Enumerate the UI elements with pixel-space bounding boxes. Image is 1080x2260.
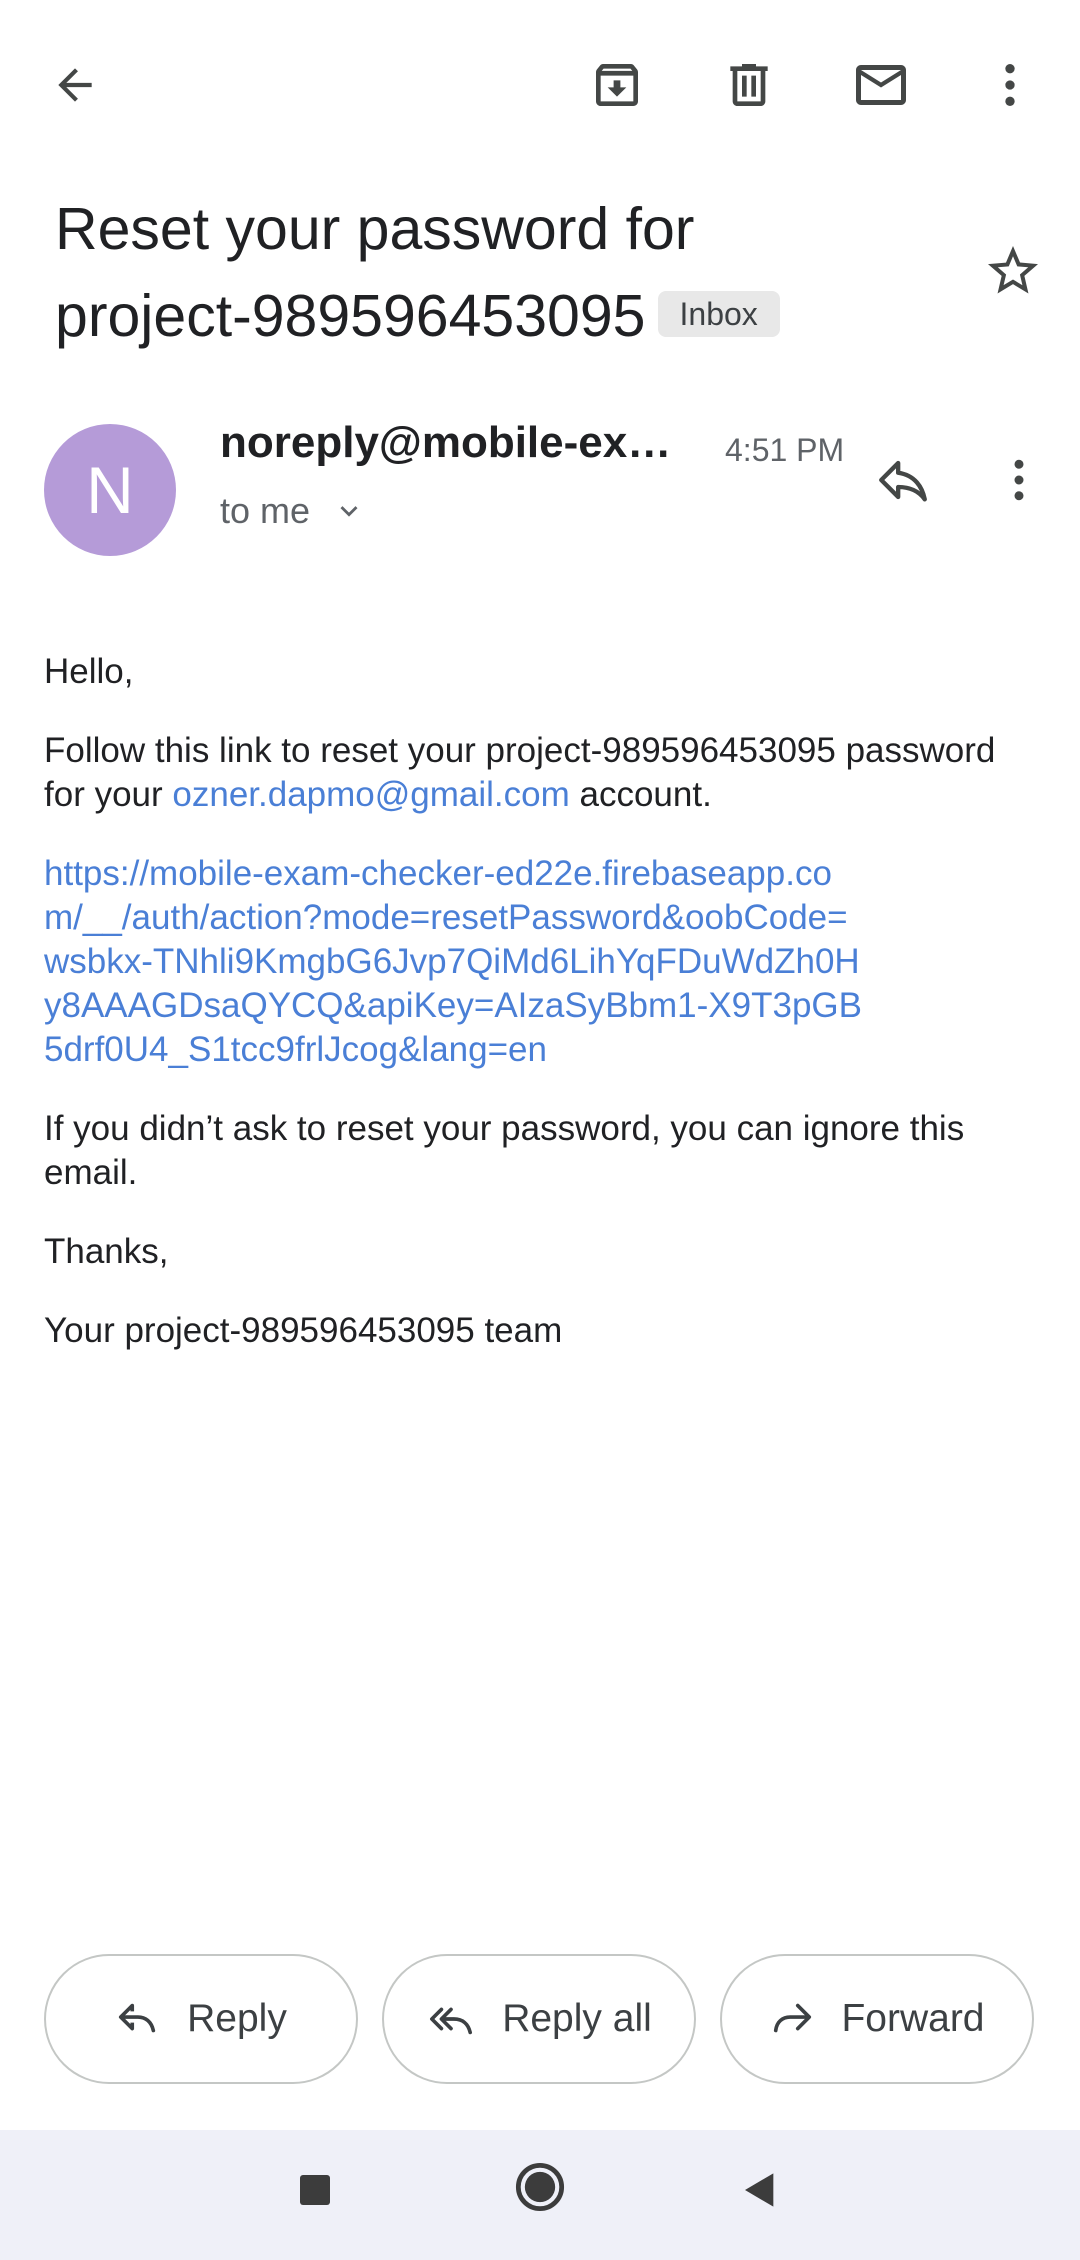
recipient-details-toggle[interactable]: to me [220,490,366,532]
message-actions: Reply Reply all Forward [44,1954,1036,2084]
star-button[interactable] [978,236,1048,306]
forward-label: Forward [841,1997,985,2040]
recipient-text: to me [220,490,311,531]
forward-icon [774,2003,812,2033]
inbox-label-badge[interactable]: Inbox [657,291,780,338]
delete-button[interactable] [714,50,784,120]
more-options-button[interactable] [975,50,1045,120]
reply-icon-button[interactable] [868,445,938,515]
ignore-note: If you didn’t ask to reset your password… [44,1109,965,1192]
sender-avatar[interactable]: N [44,424,176,556]
home-circle-icon [515,2162,565,2212]
mail-icon [856,65,906,105]
archive-button[interactable] [582,50,652,120]
reply-all-button[interactable]: Reply all [382,1954,696,2084]
archive-icon [596,64,638,106]
subject-line-1: Reset your password for [55,196,695,262]
avatar-initial: N [86,453,134,527]
mark-unread-button[interactable] [846,50,916,120]
intro-paragraph: Follow this link to reset your project-9… [44,729,1044,817]
email-time: 4:51 PM [725,432,845,468]
email-subject: Reset your password for project-98959645… [55,186,955,360]
more-vert-icon [1005,64,1015,106]
home-button[interactable] [505,2152,575,2222]
recents-button[interactable] [280,2155,350,2225]
back-nav-button[interactable] [725,2155,795,2225]
trash-icon [730,64,768,106]
reply-icon [879,460,927,502]
chevron-down-icon [340,506,358,517]
email-address-link[interactable]: ozner.dapmo@gmail.com [172,775,569,814]
reply-button[interactable]: Reply [44,1954,358,2084]
triangle-back-icon [745,2173,774,2207]
thanks: Thanks, [44,1232,169,1271]
reply-icon [119,2003,156,2033]
email-body: Hello, Follow this link to reset your pr… [44,650,1044,1388]
forward-button[interactable]: Forward [720,1954,1034,2084]
sender-name[interactable]: noreply@mobile-exa... [220,418,680,468]
reset-password-link[interactable]: https://mobile-exam-checker-ed22e.fireba… [44,854,862,1069]
square-icon [300,2175,330,2205]
signature: Your project-989596453095 team [44,1311,563,1350]
subject-line-2: project-989596453095 [55,283,646,349]
reset-link-paragraph: https://mobile-exam-checker-ed22e.fireba… [44,852,864,1072]
reply-label: Reply [187,1997,287,2040]
arrow-back-icon [58,68,92,102]
back-button[interactable] [40,50,110,120]
top-toolbar [0,0,1080,170]
more-vert-icon [1014,459,1024,501]
reply-all-icon [430,2007,473,2035]
star-icon [988,246,1038,294]
intro-text-end: account. [569,775,712,814]
greeting: Hello, [44,652,134,691]
reply-all-label: Reply all [502,1997,652,2040]
system-navigation-bar [0,2130,1080,2260]
message-more-button[interactable] [984,445,1054,515]
